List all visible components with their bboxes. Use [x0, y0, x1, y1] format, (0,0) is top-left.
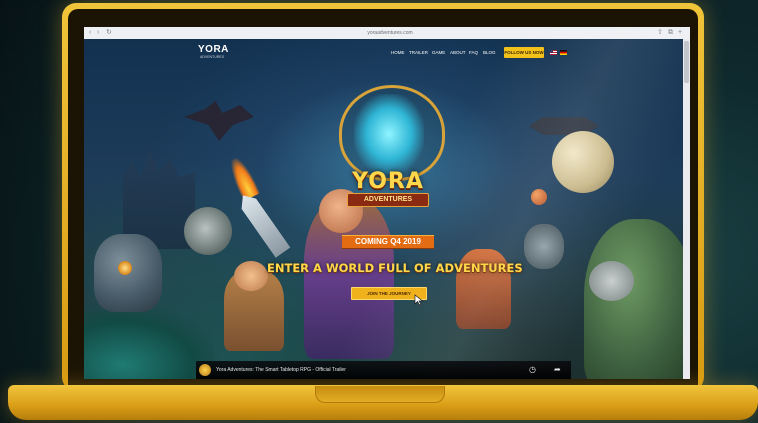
reload-icon[interactable]: ↻ — [106, 29, 112, 37]
video-player-bar[interactable]: Yora Adventures: The Smart Tabletop RPG … — [196, 361, 571, 379]
follow-us-button[interactable]: FOLLOW US NOW — [504, 47, 544, 58]
us-flag-icon[interactable] — [550, 50, 557, 55]
video-title[interactable]: Yora Adventures: The Smart Tabletop RPG … — [216, 366, 346, 374]
site-logo-subtitle: ADVENTURES — [200, 55, 224, 59]
share-arrow-icon[interactable]: ➦ — [554, 365, 561, 375]
mouse-cursor-icon — [414, 294, 424, 306]
clock-icon[interactable]: ◷ — [529, 365, 536, 375]
sword-illustration — [236, 190, 291, 258]
hero-scene: YORA ADVENTURES HOME TRAILER GAME ABOUT … — [84, 27, 690, 379]
chevron-right-icon[interactable]: › — [97, 29, 99, 37]
chevron-left-icon[interactable]: ‹ — [89, 29, 91, 37]
laptop-notch — [315, 386, 445, 403]
coming-soon-banner: COMING Q4 2019 — [342, 235, 434, 249]
ghoul-character — [184, 207, 232, 255]
nav-home[interactable]: HOME — [391, 50, 405, 56]
explorer-head — [234, 261, 268, 291]
de-flag-icon[interactable] — [560, 50, 567, 55]
scrollbar-track[interactable] — [683, 39, 690, 379]
scrollbar-thumb[interactable] — [684, 41, 689, 83]
game-logo-ribbon: ADVENTURES — [347, 193, 429, 207]
game-logo: YORA ADVENTURES — [342, 171, 434, 217]
fireball-illustration — [225, 155, 261, 201]
robot-eye — [118, 261, 132, 275]
nav-about[interactable]: ABOUT — [450, 50, 466, 56]
nav-blog[interactable]: BLOG — [483, 50, 496, 56]
foliage-illustration — [84, 309, 214, 379]
crystal-glow — [354, 94, 424, 174]
game-logo-title: YORA — [352, 169, 424, 194]
hero-headline: ENTER A WORLD FULL OF ADVENTURES — [267, 261, 523, 275]
site-header: YORA ADVENTURES HOME TRAILER GAME ABOUT … — [84, 39, 690, 65]
nav-trailer[interactable]: TRAILER — [409, 50, 428, 56]
nav-faq[interactable]: FAQ — [469, 50, 478, 56]
dragon-illustration — [184, 101, 254, 141]
nav-game[interactable]: GAME — [432, 50, 445, 56]
address-bar[interactable]: yoraadventures.com — [320, 29, 460, 37]
site-logo[interactable]: YORA — [198, 45, 229, 55]
channel-avatar[interactable] — [199, 364, 211, 376]
laptop-screen: ‹ › ↻ yoraadventures.com ⇧ ⧉ + YORA — [84, 27, 690, 379]
